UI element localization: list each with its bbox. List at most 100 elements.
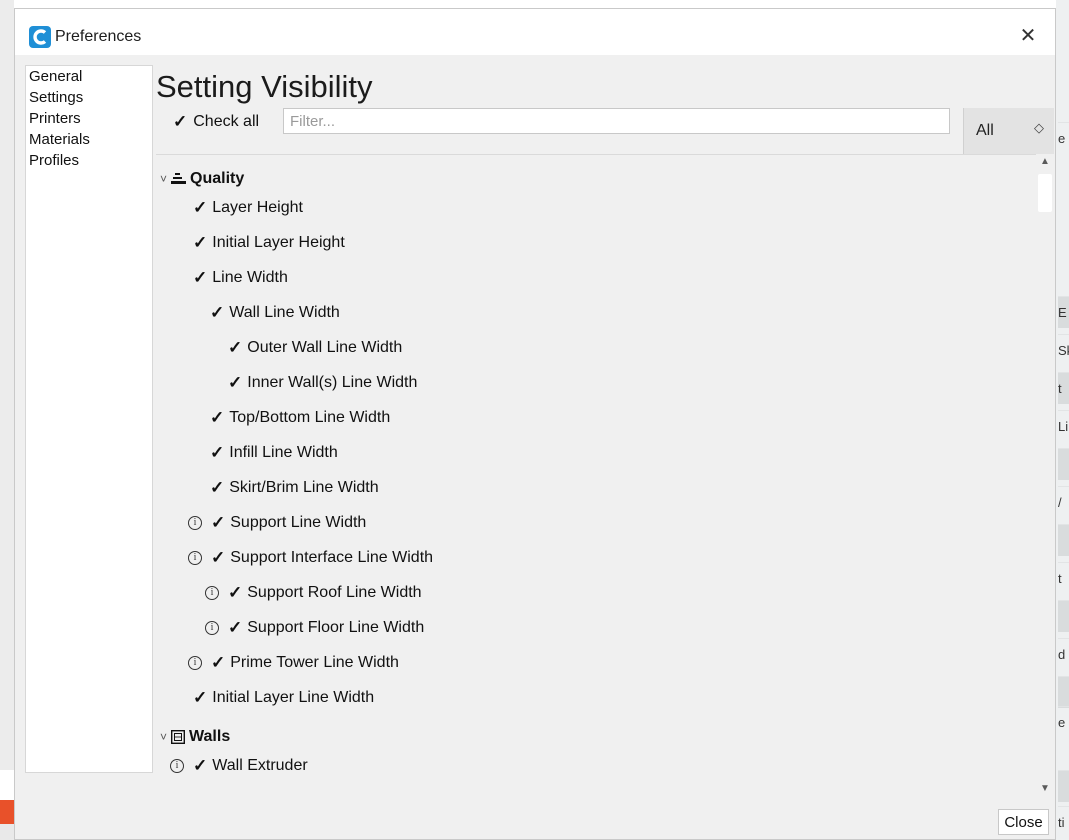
background-fragment: e bbox=[1058, 122, 1069, 154]
checkmark-icon[interactable]: ✓ bbox=[193, 756, 207, 776]
background-fragment: t bbox=[1058, 372, 1069, 404]
page-title: Setting Visibility bbox=[156, 69, 373, 104]
info-icon[interactable]: i bbox=[205, 586, 219, 600]
setting-label: Outer Wall Line Width bbox=[247, 339, 403, 356]
check-all-checkbox[interactable]: ✓ Check all bbox=[173, 109, 259, 135]
setting-row[interactable]: ✓ Infill Line Width bbox=[210, 438, 338, 468]
setting-row[interactable]: ✓ Initial Layer Line Width bbox=[193, 683, 374, 713]
background-left-strip bbox=[0, 0, 14, 840]
setting-row[interactable]: i ✓ Support Line Width bbox=[188, 508, 366, 538]
checkmark-icon[interactable]: ✓ bbox=[193, 688, 207, 708]
setting-row[interactable]: i ✓ Support Floor Line Width bbox=[205, 613, 424, 643]
checkmark-icon[interactable]: ✓ bbox=[210, 478, 224, 498]
nav-item-printers[interactable]: Printers bbox=[26, 108, 152, 129]
check-all-label: Check all bbox=[193, 113, 260, 130]
background-fragment: ti bbox=[1058, 806, 1069, 838]
updown-arrows-icon: ◇ bbox=[1034, 120, 1044, 135]
setting-row[interactable]: ✓ Skirt/Brim Line Width bbox=[210, 473, 379, 503]
checkmark-icon[interactable]: ✓ bbox=[228, 583, 242, 603]
chevron-down-icon: ˅ bbox=[160, 730, 168, 744]
setting-row[interactable]: i ✓ Wall Extruder bbox=[170, 751, 308, 781]
setting-row[interactable]: ✓ Wall Line Width bbox=[210, 298, 340, 328]
setting-row[interactable]: i ✓ Prime Tower Line Width bbox=[188, 648, 399, 678]
preferences-nav: General Settings Printers Materials Prof… bbox=[25, 65, 153, 773]
scroll-down-arrow-icon[interactable]: ▼ bbox=[1036, 781, 1054, 797]
setting-row[interactable]: ✓ Top/Bottom Line Width bbox=[210, 403, 390, 433]
filter-input[interactable] bbox=[283, 108, 950, 134]
info-icon[interactable]: i bbox=[205, 621, 219, 635]
checkmark-icon[interactable]: ✓ bbox=[210, 303, 224, 323]
background-fragment bbox=[1058, 676, 1069, 708]
setting-row[interactable]: ✓ Layer Height bbox=[193, 193, 303, 223]
category-walls[interactable]: ˅ Walls bbox=[160, 722, 230, 752]
chevron-down-icon: ˅ bbox=[160, 172, 168, 186]
checkmark-icon[interactable]: ✓ bbox=[211, 548, 225, 568]
quality-layers-icon bbox=[171, 172, 187, 186]
walls-icon bbox=[171, 730, 186, 744]
setting-row[interactable]: ✓ Outer Wall Line Width bbox=[228, 333, 402, 363]
checkmark-icon[interactable]: ✓ bbox=[210, 408, 224, 428]
setting-label: Prime Tower Line Width bbox=[230, 654, 399, 671]
setting-label: Layer Height bbox=[212, 199, 303, 216]
background-fragment bbox=[1058, 600, 1069, 632]
checkmark-icon[interactable]: ✓ bbox=[228, 338, 242, 358]
visibility-preset-value: All bbox=[976, 122, 994, 139]
checkmark-icon[interactable]: ✓ bbox=[228, 618, 242, 638]
background-fragment bbox=[1058, 524, 1069, 556]
checkmark-icon[interactable]: ✓ bbox=[211, 513, 225, 533]
info-icon[interactable]: i bbox=[188, 551, 202, 565]
setting-label: Inner Wall(s) Line Width bbox=[247, 374, 418, 391]
setting-label: Support Roof Line Width bbox=[247, 584, 422, 601]
background-fragment: t bbox=[1058, 562, 1069, 594]
checkmark-icon[interactable]: ✓ bbox=[211, 653, 225, 673]
background-fragment: e bbox=[1058, 706, 1069, 738]
cura-logo-icon bbox=[29, 26, 51, 48]
category-quality[interactable]: ˅ Quality bbox=[160, 164, 244, 194]
settings-list: ˅ Quality ✓ Layer Height ✓ Initial Layer… bbox=[156, 154, 1036, 799]
background-fragment: Sk bbox=[1058, 334, 1069, 366]
title-bar: Preferences ✕ bbox=[15, 9, 1055, 55]
setting-label: Initial Layer Height bbox=[212, 234, 345, 251]
background-fragment: Li bbox=[1058, 410, 1069, 442]
setting-row[interactable]: ✓ Inner Wall(s) Line Width bbox=[228, 368, 417, 398]
close-button[interactable]: Close bbox=[998, 809, 1049, 835]
info-icon[interactable]: i bbox=[188, 656, 202, 670]
checkmark-icon[interactable]: ✓ bbox=[193, 268, 207, 288]
nav-item-settings[interactable]: Settings bbox=[26, 87, 152, 108]
nav-item-general[interactable]: General bbox=[26, 66, 152, 87]
setting-label: Support Line Width bbox=[230, 514, 367, 531]
setting-row[interactable]: ✓ Line Width bbox=[193, 263, 288, 293]
setting-label: Initial Layer Line Width bbox=[212, 689, 375, 706]
setting-label: Infill Line Width bbox=[229, 444, 338, 461]
setting-label: Wall Line Width bbox=[229, 304, 340, 321]
nav-item-materials[interactable]: Materials bbox=[26, 129, 152, 150]
setting-row[interactable]: ✓ Initial Layer Height bbox=[193, 228, 345, 258]
info-icon[interactable]: i bbox=[170, 759, 184, 773]
background-fragment: E bbox=[1058, 296, 1069, 328]
checkmark-icon[interactable]: ✓ bbox=[228, 373, 242, 393]
background-fragment bbox=[1058, 448, 1069, 480]
setting-label: Wall Extruder bbox=[212, 757, 308, 774]
setting-label: Support Interface Line Width bbox=[230, 549, 434, 566]
scroll-up-arrow-icon[interactable]: ▲ bbox=[1036, 154, 1054, 170]
settings-scrollbar[interactable]: ▲ ▼ bbox=[1036, 154, 1054, 799]
category-label: Quality bbox=[190, 170, 245, 187]
checkmark-icon[interactable]: ✓ bbox=[193, 198, 207, 218]
checkmark-icon: ✓ bbox=[173, 112, 188, 131]
background-fragment bbox=[1058, 770, 1069, 802]
setting-row[interactable]: i ✓ Support Roof Line Width bbox=[205, 578, 422, 608]
setting-label: Skirt/Brim Line Width bbox=[229, 479, 379, 496]
checkmark-icon[interactable]: ✓ bbox=[193, 233, 207, 253]
background-fragment: / bbox=[1058, 486, 1069, 518]
scroll-thumb[interactable] bbox=[1038, 174, 1052, 212]
background-fragment: d bbox=[1058, 638, 1069, 670]
setting-row[interactable]: i ✓ Support Interface Line Width bbox=[188, 543, 433, 573]
close-icon[interactable]: ✕ bbox=[1015, 23, 1041, 49]
info-icon[interactable]: i bbox=[188, 516, 202, 530]
setting-label: Line Width bbox=[212, 269, 288, 286]
nav-item-profiles[interactable]: Profiles bbox=[26, 150, 152, 171]
checkmark-icon[interactable]: ✓ bbox=[210, 443, 224, 463]
setting-label: Support Floor Line Width bbox=[247, 619, 425, 636]
window-title: Preferences bbox=[55, 28, 142, 45]
visibility-preset-select[interactable]: All ◇ bbox=[963, 108, 1054, 154]
